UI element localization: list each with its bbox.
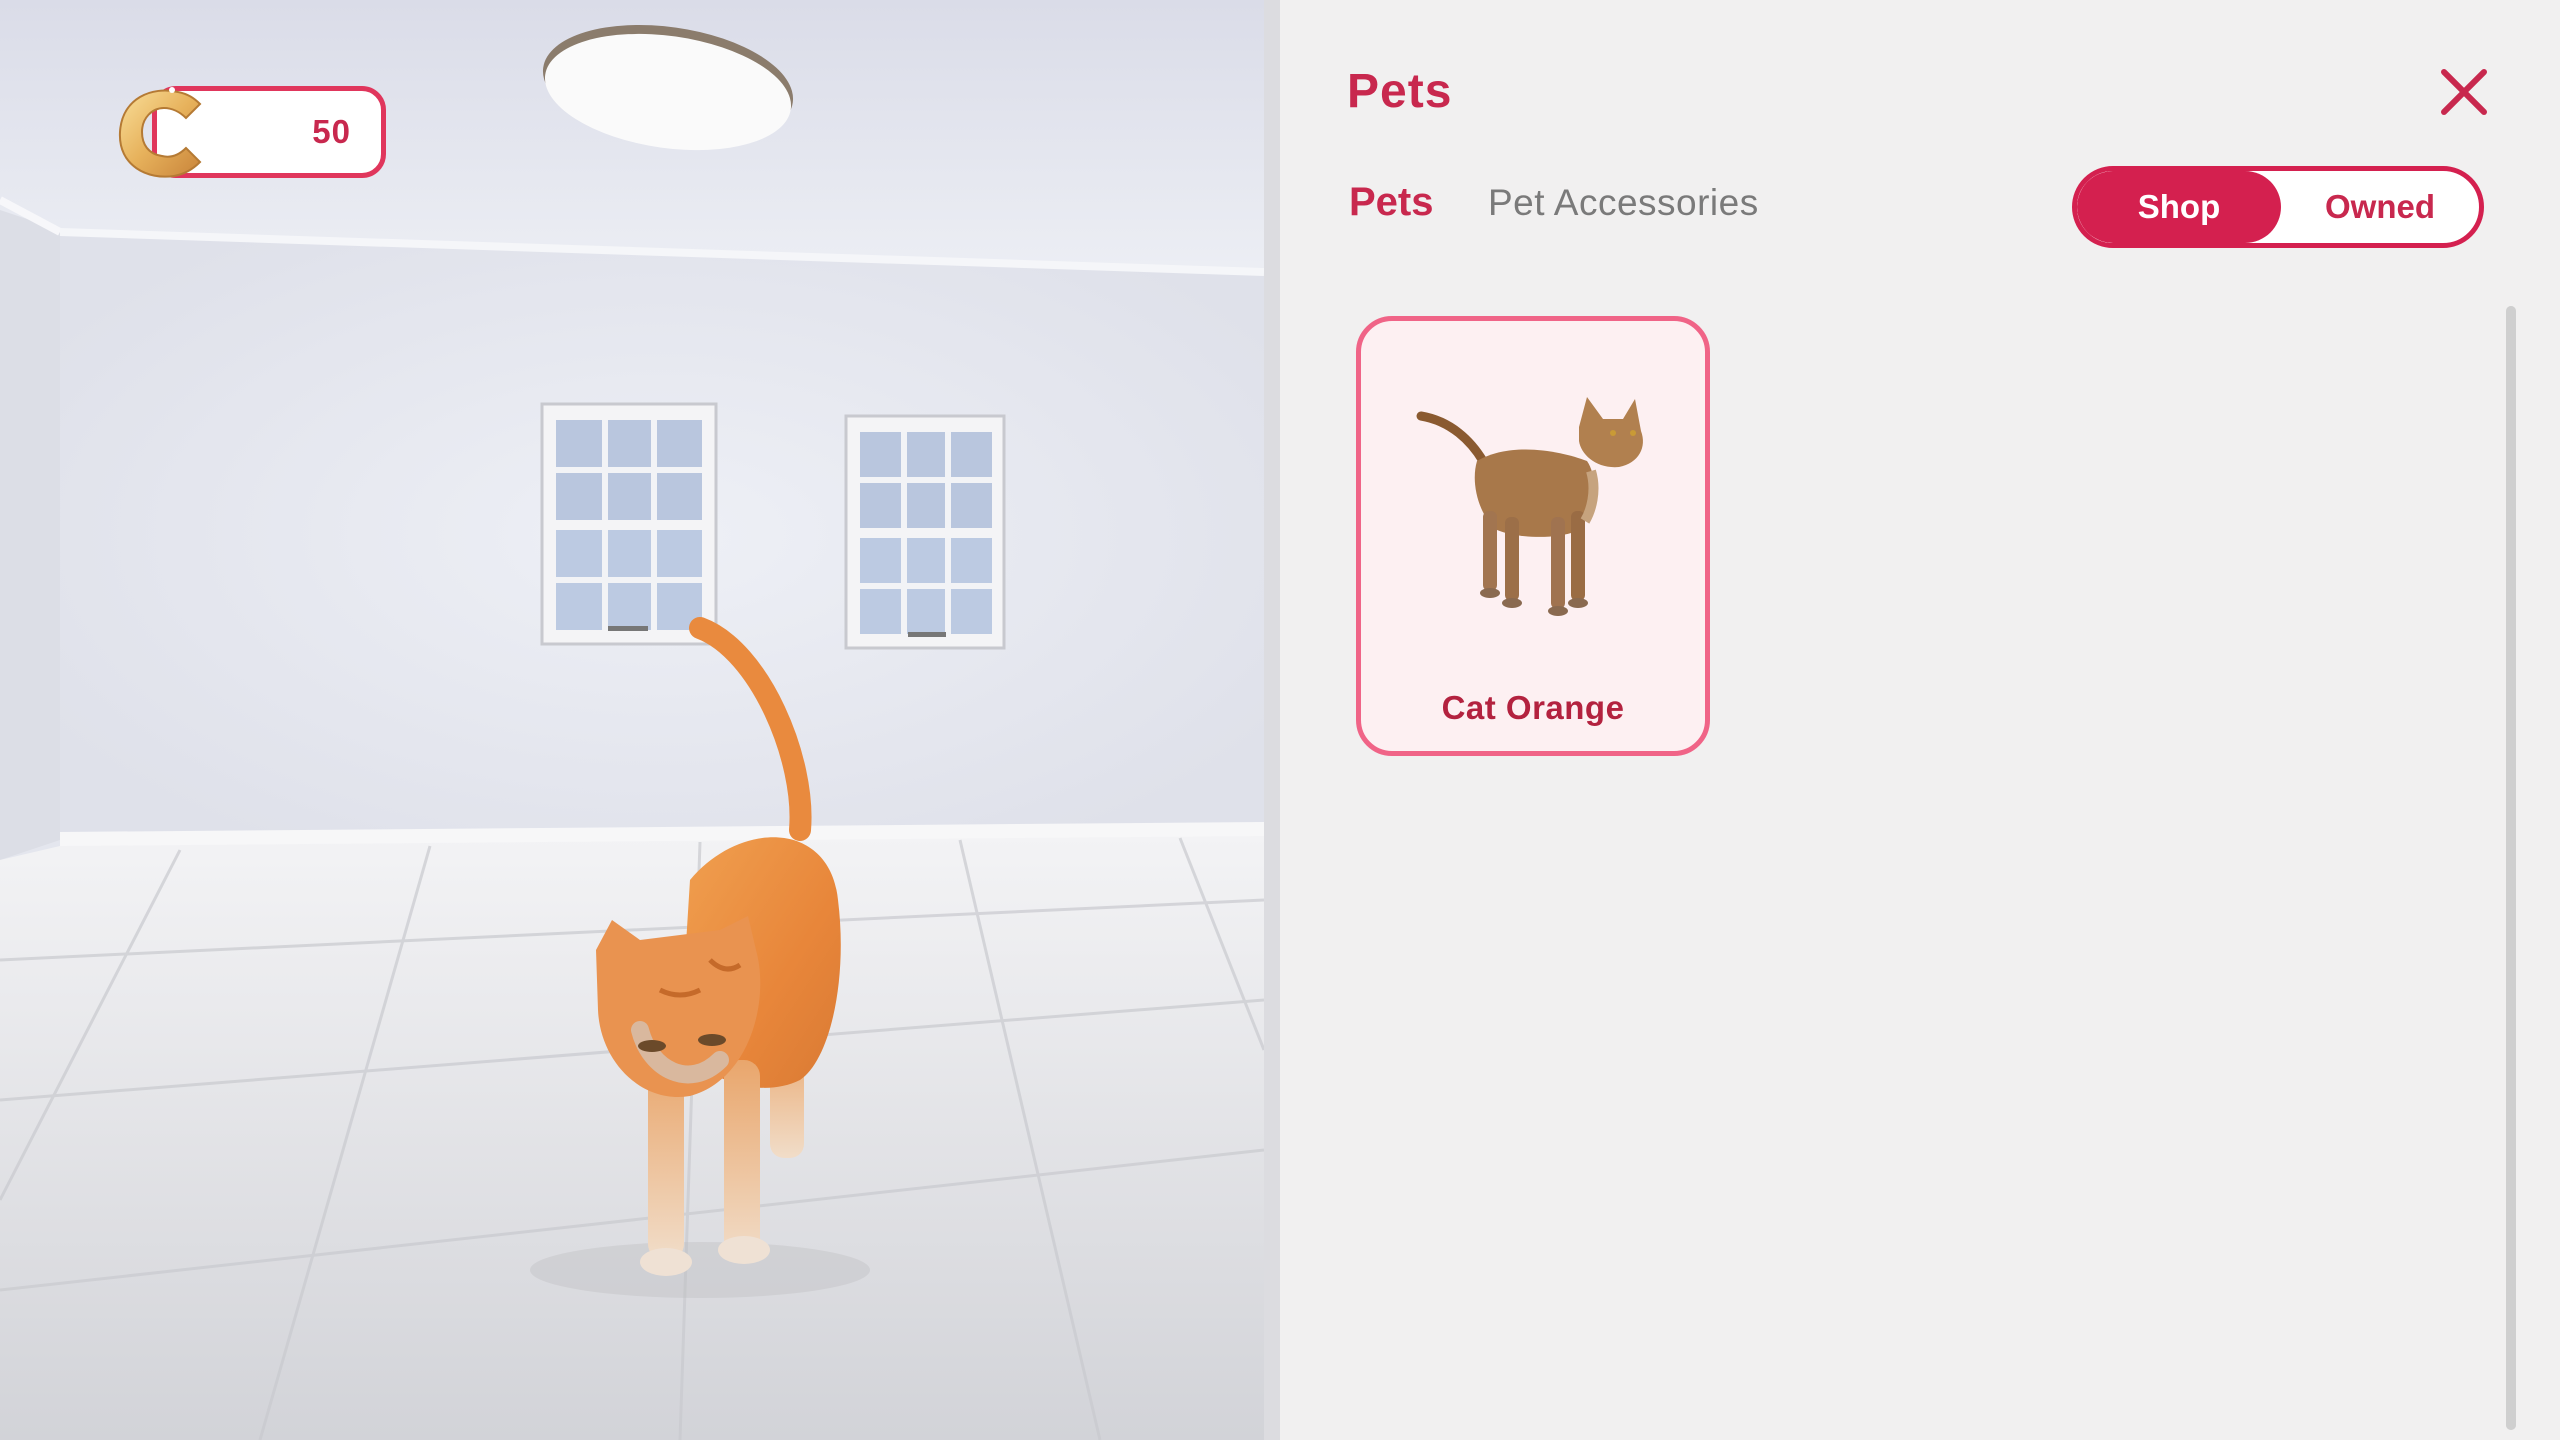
scrollbar-thumb[interactable]: [2506, 306, 2516, 1430]
pets-panel: Pets Pets Pet Accessories Shop Owned Cat…: [1280, 0, 2560, 1440]
scrollbar[interactable]: [2506, 306, 2516, 1430]
tab-pets[interactable]: Pets: [1349, 180, 1434, 225]
panel-title: Pets: [1347, 65, 1453, 118]
coin-icon: [118, 87, 202, 178]
toggle-shop-button[interactable]: Shop: [2077, 171, 2281, 243]
tab-pet-accessories[interactable]: Pet Accessories: [1488, 182, 1759, 224]
coin-value: 50: [312, 113, 351, 150]
pet-card-cat-orange[interactable]: Cat Orange: [1356, 316, 1710, 756]
game-scene[interactable]: 50: [0, 0, 1264, 1440]
close-icon: [2441, 69, 2487, 115]
toggle-owned-button[interactable]: Owned: [2281, 171, 2479, 243]
panel-divider: [1264, 0, 1280, 1440]
coin-counter: 50: [112, 86, 392, 186]
shop-owned-toggle: Shop Owned: [2072, 166, 2484, 248]
cat-thumbnail: [1416, 397, 1643, 616]
pet-card-label: Cat Orange: [1441, 689, 1625, 726]
close-button[interactable]: [2434, 62, 2494, 122]
room-view: [0, 0, 1264, 1440]
